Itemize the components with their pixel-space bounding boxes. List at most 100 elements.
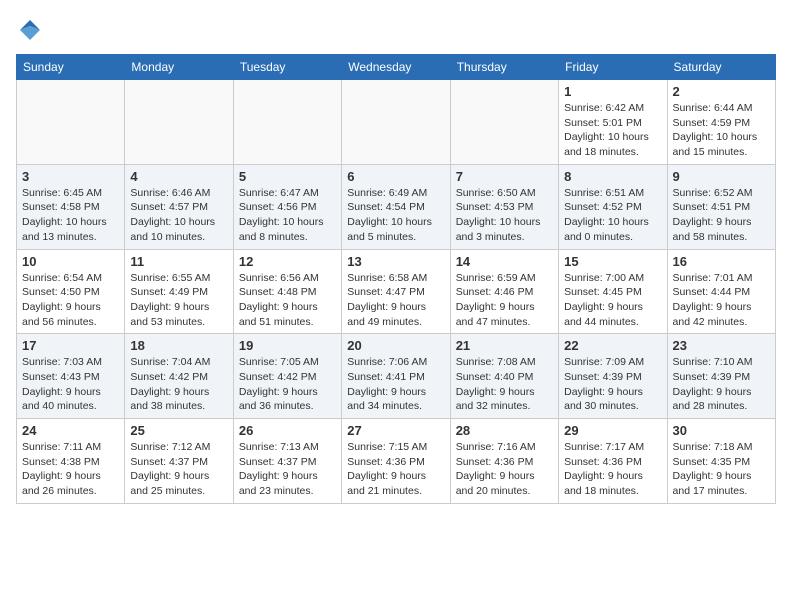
calendar-day-cell: 2 Sunrise: 6:44 AM Sunset: 4:59 PM Daylig… <box>667 80 775 165</box>
day-number: 28 <box>456 423 553 438</box>
calendar-day-cell: 30 Sunrise: 7:18 AM Sunset: 4:35 PM Dayli… <box>667 419 775 504</box>
day-header-saturday: Saturday <box>667 55 775 80</box>
day-info: Sunrise: 6:56 AM Sunset: 4:48 PM Dayligh… <box>239 271 336 330</box>
day-header-tuesday: Tuesday <box>233 55 341 80</box>
logo <box>16 16 48 44</box>
calendar-day-cell: 27 Sunrise: 7:15 AM Sunset: 4:36 PM Dayli… <box>342 419 450 504</box>
calendar-day-cell: 14Sunrise: 6:59 AM Sunset: 4:46 PM Dayli… <box>450 249 558 334</box>
day-number: 20 <box>347 338 444 353</box>
calendar-day-cell: 22 Sunrise: 7:09 AM Sunset: 4:39 PM Dayli… <box>559 334 667 419</box>
calendar-day-cell: 7Sunrise: 6:50 AM Sunset: 4:53 PM Daylig… <box>450 164 558 249</box>
day-info: Sunrise: 7:16 AM Sunset: 4:36 PM Dayligh… <box>456 440 553 499</box>
calendar-week-row: 24 Sunrise: 7:11 AM Sunset: 4:38 PM Dayli… <box>17 419 776 504</box>
day-header-wednesday: Wednesday <box>342 55 450 80</box>
calendar-day-cell: 25 Sunrise: 7:12 AM Sunset: 4:37 PM Dayli… <box>125 419 233 504</box>
day-header-monday: Monday <box>125 55 233 80</box>
calendar-day-cell: 15 Sunrise: 7:00 AM Sunset: 4:45 PM Dayli… <box>559 249 667 334</box>
day-info: Sunrise: 7:17 AM Sunset: 4:36 PM Dayligh… <box>564 440 661 499</box>
day-number: 21 <box>456 338 553 353</box>
day-info: Sunrise: 6:58 AM Sunset: 4:47 PM Dayligh… <box>347 271 444 330</box>
day-number: 7 <box>456 169 553 184</box>
day-info: Sunrise: 7:12 AM Sunset: 4:37 PM Dayligh… <box>130 440 227 499</box>
day-info: Sunrise: 7:08 AM Sunset: 4:40 PM Dayligh… <box>456 355 553 414</box>
calendar-day-cell <box>17 80 125 165</box>
day-number: 9 <box>673 169 770 184</box>
day-number: 4 <box>130 169 227 184</box>
day-info: Sunrise: 7:03 AM Sunset: 4:43 PM Dayligh… <box>22 355 119 414</box>
calendar-day-cell: 3 Sunrise: 6:45 AM Sunset: 4:58 PM Daylig… <box>17 164 125 249</box>
day-number: 16 <box>673 254 770 269</box>
day-number: 23 <box>673 338 770 353</box>
calendar-day-cell: 4 Sunrise: 6:46 AM Sunset: 4:57 PM Daylig… <box>125 164 233 249</box>
day-number: 15 <box>564 254 661 269</box>
calendar-day-cell: 26Sunrise: 7:13 AM Sunset: 4:37 PM Dayli… <box>233 419 341 504</box>
day-info: Sunrise: 6:52 AM Sunset: 4:51 PM Dayligh… <box>673 186 770 245</box>
day-header-thursday: Thursday <box>450 55 558 80</box>
day-info: Sunrise: 7:05 AM Sunset: 4:42 PM Dayligh… <box>239 355 336 414</box>
day-number: 1 <box>564 84 661 99</box>
calendar-week-row: 17 Sunrise: 7:03 AM Sunset: 4:43 PM Dayli… <box>17 334 776 419</box>
day-header-friday: Friday <box>559 55 667 80</box>
day-info: Sunrise: 7:09 AM Sunset: 4:39 PM Dayligh… <box>564 355 661 414</box>
day-info: Sunrise: 6:59 AM Sunset: 4:46 PM Dayligh… <box>456 271 553 330</box>
day-number: 10 <box>22 254 119 269</box>
calendar-day-cell: 9 Sunrise: 6:52 AM Sunset: 4:51 PM Daylig… <box>667 164 775 249</box>
day-info: Sunrise: 6:47 AM Sunset: 4:56 PM Dayligh… <box>239 186 336 245</box>
day-number: 2 <box>673 84 770 99</box>
day-number: 19 <box>239 338 336 353</box>
day-info: Sunrise: 7:18 AM Sunset: 4:35 PM Dayligh… <box>673 440 770 499</box>
day-info: Sunrise: 7:04 AM Sunset: 4:42 PM Dayligh… <box>130 355 227 414</box>
calendar-day-cell <box>233 80 341 165</box>
day-number: 17 <box>22 338 119 353</box>
day-info: Sunrise: 6:44 AM Sunset: 4:59 PM Dayligh… <box>673 101 770 160</box>
calendar-day-cell <box>125 80 233 165</box>
calendar-day-cell: 19 Sunrise: 7:05 AM Sunset: 4:42 PM Dayli… <box>233 334 341 419</box>
day-header-sunday: Sunday <box>17 55 125 80</box>
calendar-day-cell: 29 Sunrise: 7:17 AM Sunset: 4:36 PM Dayli… <box>559 419 667 504</box>
day-number: 30 <box>673 423 770 438</box>
calendar-header-row: SundayMondayTuesdayWednesdayThursdayFrid… <box>17 55 776 80</box>
calendar-day-cell: 16 Sunrise: 7:01 AM Sunset: 4:44 PM Dayli… <box>667 249 775 334</box>
day-info: Sunrise: 7:06 AM Sunset: 4:41 PM Dayligh… <box>347 355 444 414</box>
calendar-day-cell: 13Sunrise: 6:58 AM Sunset: 4:47 PM Dayli… <box>342 249 450 334</box>
day-info: Sunrise: 6:54 AM Sunset: 4:50 PM Dayligh… <box>22 271 119 330</box>
calendar-day-cell: 21 Sunrise: 7:08 AM Sunset: 4:40 PM Dayli… <box>450 334 558 419</box>
calendar-day-cell: 18 Sunrise: 7:04 AM Sunset: 4:42 PM Dayli… <box>125 334 233 419</box>
day-info: Sunrise: 6:45 AM Sunset: 4:58 PM Dayligh… <box>22 186 119 245</box>
day-info: Sunrise: 6:42 AM Sunset: 5:01 PM Dayligh… <box>564 101 661 160</box>
day-info: Sunrise: 6:46 AM Sunset: 4:57 PM Dayligh… <box>130 186 227 245</box>
page-header <box>16 16 776 44</box>
day-number: 22 <box>564 338 661 353</box>
day-number: 8 <box>564 169 661 184</box>
day-info: Sunrise: 7:00 AM Sunset: 4:45 PM Dayligh… <box>564 271 661 330</box>
calendar-day-cell: 12Sunrise: 6:56 AM Sunset: 4:48 PM Dayli… <box>233 249 341 334</box>
calendar-day-cell: 8 Sunrise: 6:51 AM Sunset: 4:52 PM Daylig… <box>559 164 667 249</box>
calendar-day-cell: 17 Sunrise: 7:03 AM Sunset: 4:43 PM Dayli… <box>17 334 125 419</box>
day-info: Sunrise: 7:15 AM Sunset: 4:36 PM Dayligh… <box>347 440 444 499</box>
day-number: 25 <box>130 423 227 438</box>
day-number: 27 <box>347 423 444 438</box>
day-number: 3 <box>22 169 119 184</box>
calendar-day-cell: 24 Sunrise: 7:11 AM Sunset: 4:38 PM Dayli… <box>17 419 125 504</box>
calendar-day-cell <box>450 80 558 165</box>
calendar-week-row: 10 Sunrise: 6:54 AM Sunset: 4:50 PM Dayli… <box>17 249 776 334</box>
day-number: 24 <box>22 423 119 438</box>
day-info: Sunrise: 6:51 AM Sunset: 4:52 PM Dayligh… <box>564 186 661 245</box>
day-info: Sunrise: 7:10 AM Sunset: 4:39 PM Dayligh… <box>673 355 770 414</box>
calendar-day-cell: 23 Sunrise: 7:10 AM Sunset: 4:39 PM Dayli… <box>667 334 775 419</box>
calendar-table: SundayMondayTuesdayWednesdayThursdayFrid… <box>16 54 776 504</box>
calendar-week-row: 1 Sunrise: 6:42 AM Sunset: 5:01 PM Daylig… <box>17 80 776 165</box>
day-info: Sunrise: 7:13 AM Sunset: 4:37 PM Dayligh… <box>239 440 336 499</box>
calendar-day-cell <box>342 80 450 165</box>
day-number: 29 <box>564 423 661 438</box>
day-number: 11 <box>130 254 227 269</box>
calendar-week-row: 3 Sunrise: 6:45 AM Sunset: 4:58 PM Daylig… <box>17 164 776 249</box>
day-number: 6 <box>347 169 444 184</box>
day-number: 18 <box>130 338 227 353</box>
day-number: 5 <box>239 169 336 184</box>
day-info: Sunrise: 7:11 AM Sunset: 4:38 PM Dayligh… <box>22 440 119 499</box>
day-info: Sunrise: 7:01 AM Sunset: 4:44 PM Dayligh… <box>673 271 770 330</box>
day-info: Sunrise: 6:49 AM Sunset: 4:54 PM Dayligh… <box>347 186 444 245</box>
day-info: Sunrise: 6:55 AM Sunset: 4:49 PM Dayligh… <box>130 271 227 330</box>
calendar-day-cell: 11 Sunrise: 6:55 AM Sunset: 4:49 PM Dayli… <box>125 249 233 334</box>
